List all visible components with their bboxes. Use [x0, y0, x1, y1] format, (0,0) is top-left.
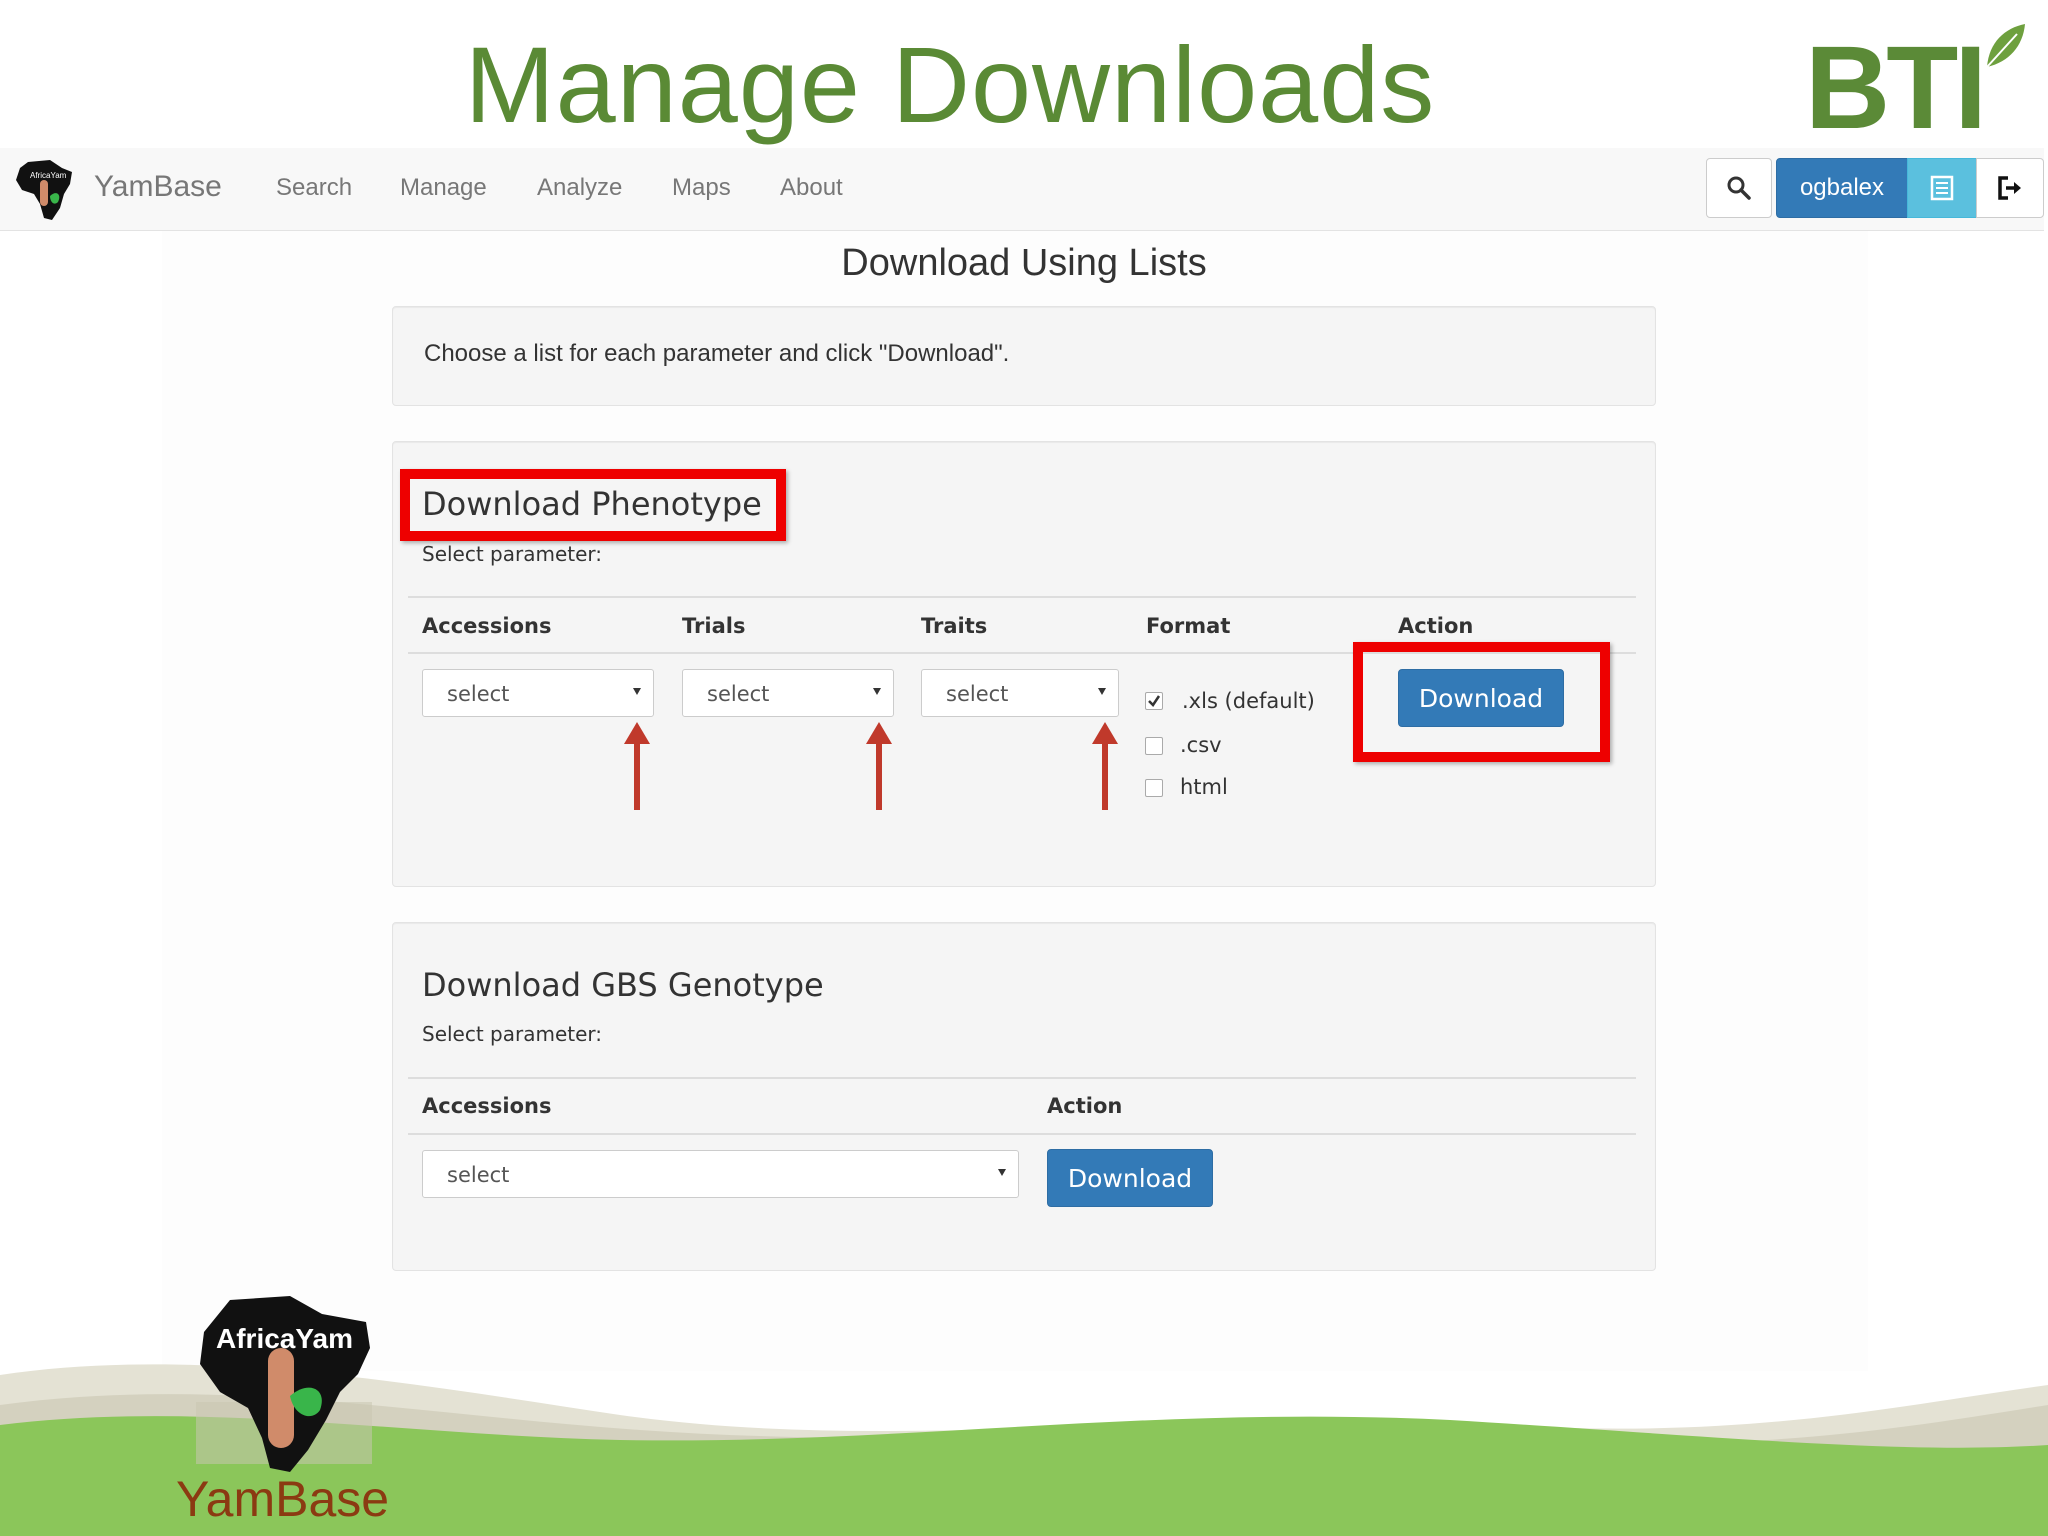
nav-analyze[interactable]: Analyze [537, 174, 622, 202]
select-value: select [707, 682, 770, 706]
col-accessions: Accessions [422, 614, 552, 638]
dropdown-caret-icon [998, 1169, 1006, 1176]
trials-select[interactable]: select [682, 669, 894, 717]
annotation-arrow-icon [866, 722, 892, 810]
annotation-box-title [400, 469, 786, 541]
brand-link[interactable]: YamBase [94, 170, 222, 204]
checkmark-icon [1148, 695, 1161, 707]
africa-logo-icon[interactable]: AfricaYam [10, 156, 80, 224]
col-trials: Trials [682, 614, 746, 638]
leaf-icon [1986, 24, 2025, 68]
user-button[interactable]: ogbalex [1776, 158, 1908, 218]
genotype-download-button[interactable]: Download [1047, 1149, 1213, 1207]
lists-button[interactable] [1907, 158, 1977, 218]
html-label: html [1180, 775, 1228, 799]
col-format: Format [1146, 614, 1231, 638]
annotation-arrow-icon [624, 722, 650, 810]
bti-logo-text: BTI [1805, 22, 1987, 154]
svg-text:AfricaYam: AfricaYam [30, 171, 67, 180]
phenotype-subtitle: Select parameter: [422, 542, 603, 566]
select-value: select [447, 682, 510, 706]
html-checkbox[interactable] [1145, 779, 1163, 797]
search-icon [1727, 176, 1751, 200]
nav-about[interactable]: About [780, 174, 843, 202]
intro-text: Choose a list for each parameter and cli… [424, 340, 1010, 367]
dropdown-caret-icon [873, 688, 881, 695]
csv-checkbox[interactable] [1145, 737, 1163, 755]
logout-icon [1998, 176, 2021, 200]
col-traits: Traits [921, 614, 988, 638]
search-button[interactable] [1706, 158, 1772, 218]
csv-label: .csv [1180, 733, 1222, 757]
footer-brand: YamBase [176, 1471, 390, 1527]
col-action: Action [1047, 1094, 1123, 1118]
select-value: select [447, 1163, 510, 1187]
navbar: AfricaYam YamBase Search Manage Analyze … [0, 148, 2044, 231]
col-accessions: Accessions [422, 1094, 552, 1118]
genotype-subtitle: Select parameter: [422, 1022, 603, 1046]
select-value: select [946, 682, 1009, 706]
slide-title: Manage Downloads [464, 24, 1436, 145]
dropdown-caret-icon [1098, 688, 1106, 695]
nav-maps[interactable]: Maps [672, 174, 731, 202]
genotype-accessions-select[interactable]: select [422, 1150, 1019, 1198]
bti-logo: BTI [1805, 22, 2035, 147]
logout-button[interactable] [1976, 158, 2044, 218]
nav-manage[interactable]: Manage [400, 174, 487, 202]
traits-select[interactable]: select [921, 669, 1119, 717]
logo-text: AfricaYam [216, 1323, 353, 1354]
divider [408, 1077, 1636, 1079]
annotation-arrow-icon [1092, 722, 1118, 810]
divider [408, 1133, 1636, 1135]
xls-checkbox[interactable] [1145, 692, 1163, 710]
accessions-select[interactable]: select [422, 669, 654, 717]
page-heading: Download Using Lists [841, 242, 1207, 284]
divider [408, 596, 1636, 598]
xls-label: .xls (default) [1182, 689, 1315, 713]
africayam-logo: AfricaYam [196, 1296, 372, 1472]
col-action: Action [1398, 614, 1474, 638]
genotype-title: Download GBS Genotype [422, 966, 824, 1004]
nav-search[interactable]: Search [276, 174, 352, 202]
annotation-box-download [1353, 642, 1610, 762]
dropdown-caret-icon [633, 688, 641, 695]
list-icon [1930, 175, 1954, 201]
